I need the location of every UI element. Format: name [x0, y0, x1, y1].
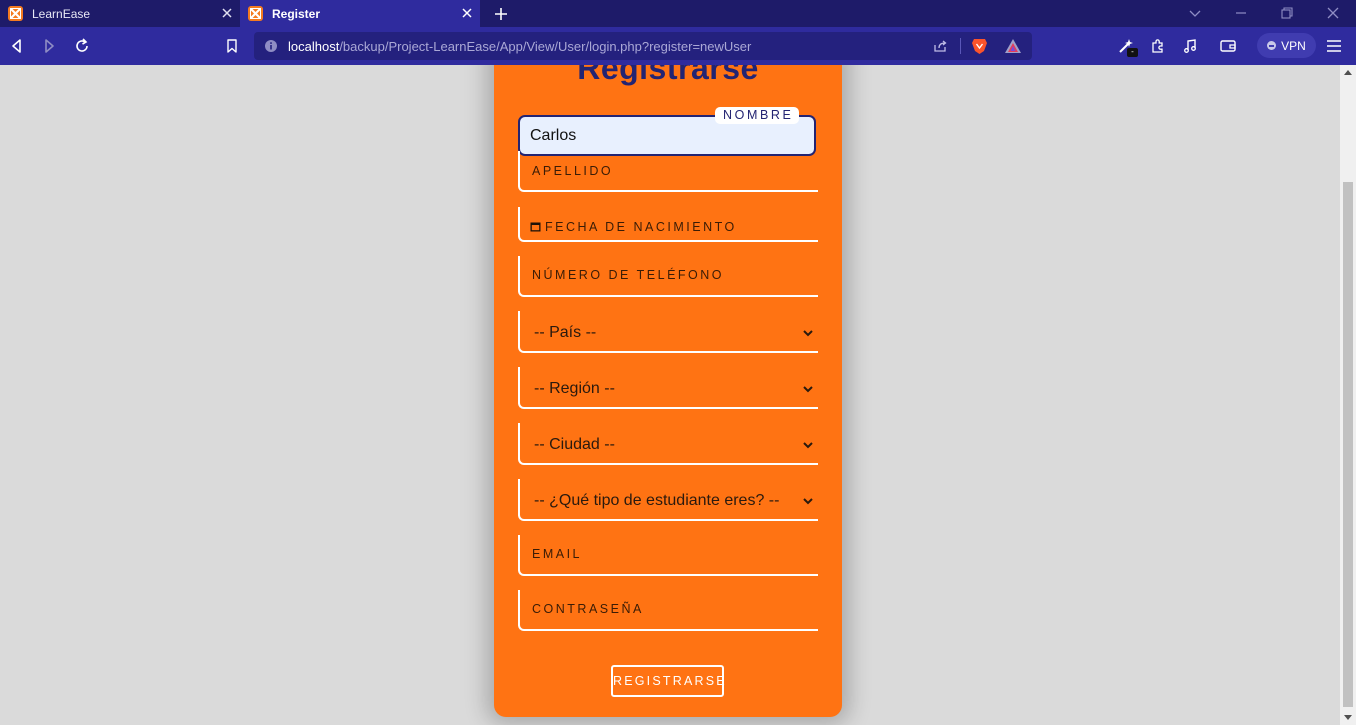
toolbar: localhost/backup/Project-LearnEase/App/V…: [0, 27, 1356, 65]
telefono-input[interactable]: NÚMERO DE TELÉFONO: [518, 256, 818, 297]
badge: -: [1127, 48, 1138, 57]
region-selected: -- Región --: [534, 380, 615, 397]
share-icon[interactable]: [932, 38, 948, 54]
url-text: localhost/backup/Project-LearnEase/App/V…: [288, 39, 751, 54]
region-select[interactable]: -- Región --: [518, 367, 818, 409]
fecha-nacimiento-input[interactable]: FECHA DE NACIMIENTO: [518, 207, 818, 242]
pais-select[interactable]: -- País --: [518, 311, 818, 353]
nombre-label: NOMBRE: [715, 107, 800, 124]
form-title: Registrarse: [577, 65, 759, 86]
info-icon[interactable]: [264, 39, 278, 53]
tab-title: Register: [272, 6, 321, 21]
bookmark-icon[interactable]: [223, 37, 241, 55]
close-icon[interactable]: [460, 6, 474, 20]
tipo-estudiante-select[interactable]: -- ¿Qué tipo de estudiante eres? --: [518, 479, 818, 521]
apellido-label: APELLIDO: [532, 164, 614, 178]
address-bar[interactable]: localhost/backup/Project-LearnEase/App/V…: [254, 32, 1032, 60]
menu-icon[interactable]: [1325, 37, 1343, 55]
scroll-thumb[interactable]: [1343, 182, 1353, 707]
ciudad-select[interactable]: -- Ciudad --: [518, 423, 818, 465]
calendar-icon[interactable]: [530, 221, 541, 232]
url-host: localhost: [288, 39, 340, 54]
minimize-icon[interactable]: [1233, 5, 1249, 21]
xampp-icon: [8, 6, 23, 21]
vpn-button[interactable]: VPN: [1257, 33, 1316, 58]
page-viewport: Registrarse Carlos NOMBRE APELLIDO FECHA…: [0, 65, 1340, 725]
apellido-input[interactable]: APELLIDO: [518, 151, 818, 192]
restore-icon[interactable]: [1279, 5, 1295, 21]
contrasena-label: CONTRASEÑA: [532, 602, 644, 616]
fecha-label-wrap: FECHA DE NACIMIENTO: [530, 220, 737, 234]
page-scrollbar[interactable]: [1340, 65, 1356, 725]
email-input[interactable]: EMAIL: [518, 535, 818, 576]
tipo-estudiante-selected: -- ¿Qué tipo de estudiante eres? --: [534, 492, 780, 509]
contrasena-input[interactable]: CONTRASEÑA: [518, 590, 818, 631]
chevron-down-icon: [803, 386, 813, 393]
register-form: Registrarse Carlos NOMBRE APELLIDO FECHA…: [494, 65, 842, 717]
tab-strip: LearnEase Register: [0, 0, 1356, 27]
vpn-status-icon: [1267, 41, 1277, 50]
telefono-label: NÚMERO DE TELÉFONO: [532, 268, 725, 282]
chevron-down-icon: [803, 498, 813, 505]
url-path: /backup/Project-LearnEase/App/View/User/…: [339, 39, 752, 54]
chevron-down-icon: [803, 330, 813, 337]
reload-icon[interactable]: [73, 37, 91, 55]
chevron-down-icon[interactable]: [1187, 5, 1203, 21]
close-window-icon[interactable]: [1325, 5, 1341, 21]
registrarse-button[interactable]: REGISTRARSE: [611, 665, 725, 697]
chevron-down-icon: [803, 442, 813, 449]
plus-icon[interactable]: [492, 5, 510, 23]
brave-shield-icon[interactable]: [971, 37, 988, 55]
scroll-down-arrow[interactable]: [1344, 715, 1352, 720]
tab-learnease[interactable]: LearnEase: [0, 0, 240, 27]
email-label: EMAIL: [532, 547, 583, 561]
scroll-up-arrow[interactable]: [1344, 70, 1352, 75]
brave-rewards-icon[interactable]: [1004, 38, 1022, 54]
back-icon[interactable]: [8, 37, 26, 55]
pais-selected: -- País --: [534, 324, 597, 341]
tab-title: LearnEase: [32, 6, 91, 21]
tab-register[interactable]: Register: [240, 0, 480, 27]
forward-icon[interactable]: [40, 37, 58, 55]
vpn-label: VPN: [1281, 38, 1306, 53]
ciudad-selected: -- Ciudad --: [534, 436, 615, 453]
wallet-icon[interactable]: [1219, 37, 1237, 55]
close-icon[interactable]: [220, 6, 234, 20]
music-icon[interactable]: [1181, 37, 1199, 55]
fecha-label: FECHA DE NACIMIENTO: [545, 220, 737, 234]
extensions-icon[interactable]: [1149, 37, 1167, 55]
xampp-icon: [248, 6, 263, 21]
